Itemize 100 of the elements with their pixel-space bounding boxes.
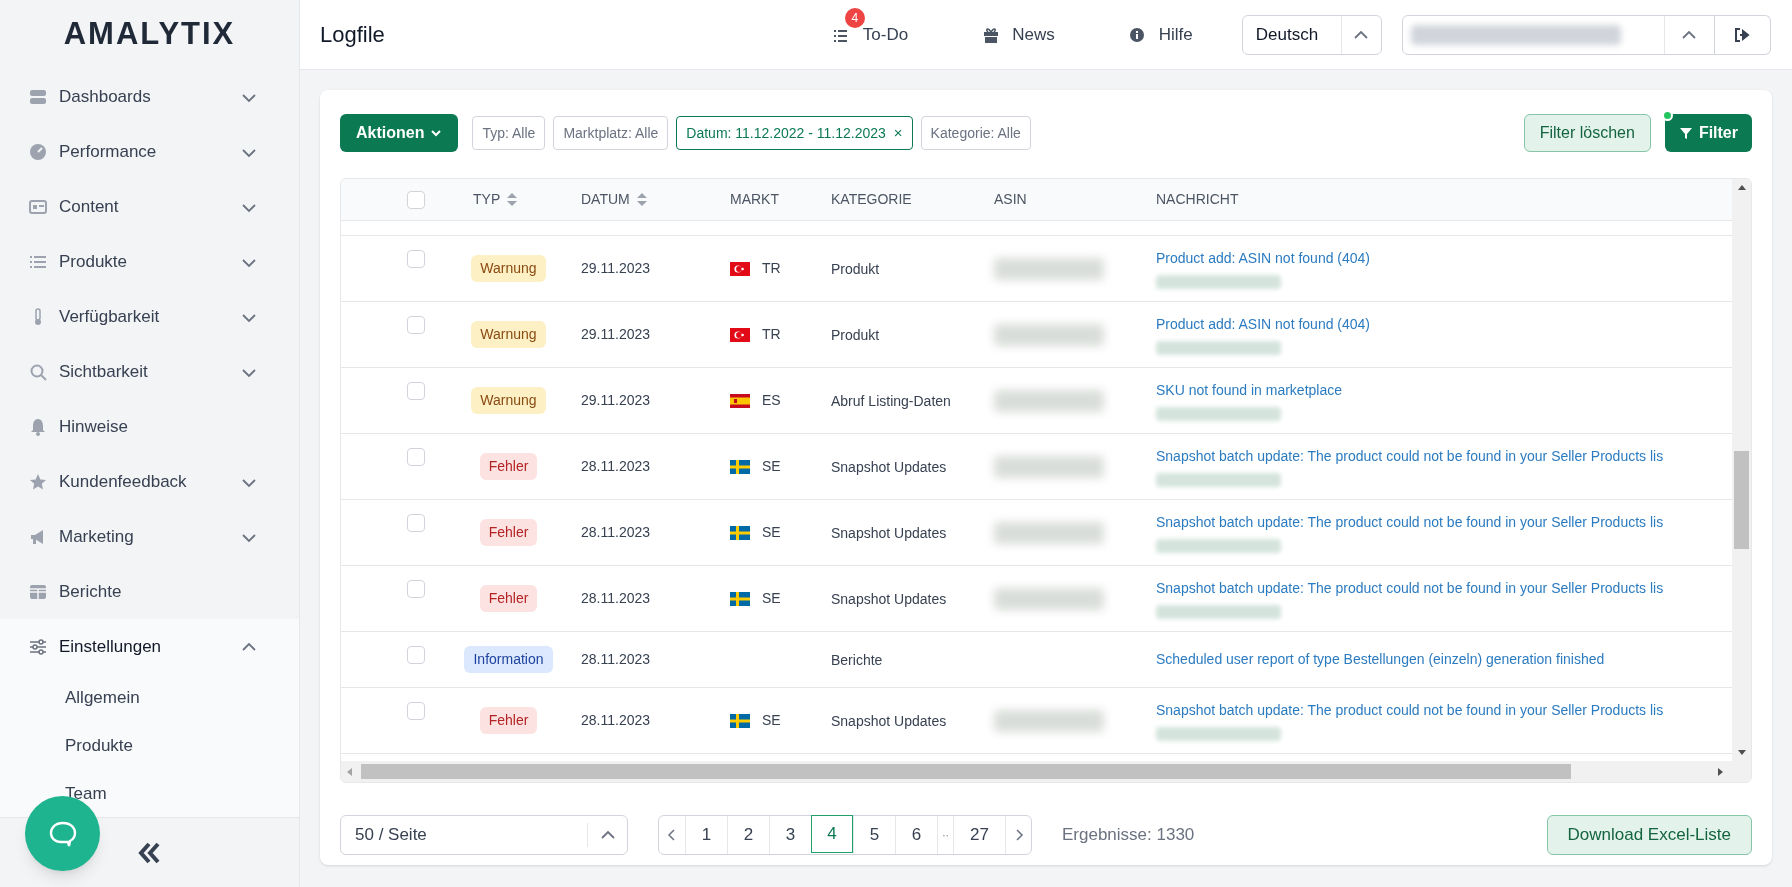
page-size-select[interactable]: 50 / Seite: [340, 815, 628, 855]
column-header: KATEGORIE: [831, 190, 912, 209]
flag-icon: [730, 261, 750, 276]
remove-filter-button[interactable]: ×: [893, 121, 903, 145]
flag-icon: [730, 393, 750, 408]
category-cell: Snapshot Updates: [831, 457, 947, 476]
filter-chip[interactable]: Typ: Alle: [472, 116, 546, 150]
sidebar-item[interactable]: Berichte: [0, 564, 299, 619]
checkbox[interactable]: [407, 190, 425, 209]
sidebar-item[interactable]: Hinweise: [0, 399, 299, 454]
page-button[interactable]: 2: [727, 816, 769, 854]
page-ellipsis: ··: [937, 816, 953, 854]
bell-icon: [29, 417, 47, 436]
date-cell-text: 28.11.2023: [581, 711, 651, 730]
market-cell-text: TR: [762, 259, 781, 278]
market-cell-text: SE: [762, 523, 781, 542]
page-button[interactable]: 1: [685, 816, 727, 854]
sidebar-item[interactable]: Marketing: [0, 509, 299, 564]
scrollbar-thumb[interactable]: [1734, 451, 1749, 549]
date-cell-text: 28.11.2023: [581, 523, 651, 542]
logout-button[interactable]: [1714, 14, 1771, 55]
checkbox[interactable]: [407, 382, 425, 400]
column-header[interactable]: TYP: [473, 189, 501, 210]
category-cell: Snapshot Updates: [831, 589, 947, 608]
nav-link[interactable]: Hilfe: [1128, 21, 1193, 48]
notification-badge: 4: [844, 7, 865, 28]
log-message-link[interactable]: Product add: ASIN not found (404): [1156, 248, 1732, 269]
scroll-left-icon[interactable]: [345, 766, 355, 777]
column-header: ASIN: [994, 190, 1027, 209]
scroll-right-icon[interactable]: [1715, 766, 1725, 777]
column-header[interactable]: DATUM: [581, 189, 630, 210]
log-message-link[interactable]: Scheduled user report of type Bestellungen (einzeln) generation finished: [1156, 649, 1732, 670]
sidebar-item[interactable]: Verfügbarkeit: [0, 289, 299, 344]
column-header: MARKT: [730, 190, 779, 209]
filter-button[interactable]: Filter: [1664, 114, 1752, 152]
card-icon: [29, 197, 47, 216]
gift-icon: [982, 25, 1001, 44]
sidebar-item[interactable]: Produkte: [0, 234, 299, 289]
checkbox[interactable]: [407, 702, 425, 720]
flag-icon: [730, 327, 750, 342]
flag-icon: [730, 713, 750, 728]
download-button[interactable]: Download Excel-Liste: [1546, 815, 1752, 855]
clear-filter-button[interactable]: Filter löschen: [1523, 114, 1651, 152]
sliders-icon: [29, 637, 47, 656]
scroll-down-icon[interactable]: [1736, 747, 1747, 757]
page-button[interactable]: 5: [853, 816, 895, 854]
filter-chip[interactable]: Marktplatz: Alle: [553, 116, 669, 150]
scroll-up-icon[interactable]: [1736, 183, 1747, 193]
checkbox[interactable]: [407, 250, 425, 268]
page-button[interactable]: 27: [953, 816, 1005, 854]
submenu-item[interactable]: Produkte: [0, 722, 299, 770]
page-button[interactable]: 4: [811, 815, 853, 853]
submenu-item[interactable]: Allgemein: [0, 674, 299, 722]
log-message-link[interactable]: Product add: ASIN not found (404): [1156, 314, 1732, 335]
category-cell: Abruf Listing-Daten: [831, 391, 951, 410]
sidebar-item[interactable]: Performance: [0, 124, 299, 179]
column-header: NACHRICHT: [1156, 190, 1239, 209]
scrollbar-thumb[interactable]: [361, 764, 1571, 779]
sort-icon[interactable]: [635, 192, 648, 207]
sort-icon[interactable]: [506, 192, 519, 207]
horizontal-scrollbar[interactable]: [341, 761, 1751, 782]
checkbox[interactable]: [407, 448, 425, 466]
vertical-scrollbar[interactable]: [1732, 179, 1751, 761]
page-button[interactable]: 3: [769, 816, 811, 854]
page-button[interactable]: 6: [895, 816, 937, 854]
sidebar-item[interactable]: Sichtbarkeit: [0, 344, 299, 399]
type-badge: Warnung: [471, 255, 546, 282]
submenu-item[interactable]: Team: [0, 770, 299, 817]
chevron-left-icon: [667, 829, 677, 841]
checkbox[interactable]: [407, 316, 425, 334]
sidebar-item[interactable]: Content: [0, 179, 299, 234]
server-icon: [29, 87, 47, 106]
results-count: Ergebnisse: 1330: [1062, 824, 1195, 847]
type-badge: Fehler: [479, 453, 538, 480]
log-message-link[interactable]: SKU not found in marketplace: [1156, 380, 1732, 401]
log-message-link[interactable]: Snapshot batch update: The product could not be found in your Seller Products lis: [1156, 512, 1732, 533]
checkbox[interactable]: [407, 580, 425, 598]
flag-icon: [730, 459, 750, 474]
type-badge: Information: [464, 646, 553, 673]
chevron-right-icon: [1013, 829, 1024, 841]
log-message-link[interactable]: Snapshot batch update: The product could not be found in your Seller Products lis: [1156, 446, 1732, 467]
search-icon: [29, 362, 47, 381]
checkbox[interactable]: [407, 646, 425, 664]
actions-button[interactable]: Aktionen: [340, 114, 459, 152]
filter-chip[interactable]: Datum: 11.12.2022 - 11.12.2023 ×: [676, 116, 913, 150]
sidebar-item[interactable]: Dashboards: [0, 69, 299, 124]
caret-icon: [430, 127, 443, 139]
market-cell-text: TR: [762, 325, 781, 344]
log-message-link[interactable]: Snapshot batch update: The product could not be found in your Seller Products lis: [1156, 578, 1732, 599]
checkbox[interactable]: [407, 514, 425, 532]
flag-icon: [730, 591, 750, 606]
category-cell: Produkt: [831, 325, 880, 344]
sidebar-item[interactable]: Einstellungen: [0, 619, 299, 674]
filter-chip[interactable]: Kategorie: Alle: [920, 116, 1031, 150]
date-cell-text: 28.11.2023: [581, 457, 651, 476]
date-cell-text: 29.11.2023: [581, 391, 651, 410]
nav-link[interactable]: News: [982, 21, 1055, 48]
sidebar-item[interactable]: Kundenfeedback: [0, 454, 299, 509]
language-select[interactable]: Deutsch: [1241, 14, 1382, 55]
log-message-link[interactable]: Snapshot batch update: The product could not be found in your Seller Products lis: [1156, 700, 1732, 721]
